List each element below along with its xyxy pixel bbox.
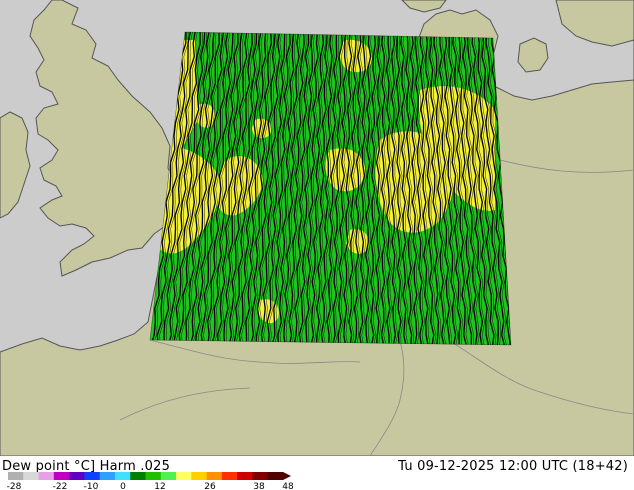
valid-time: Tu 09-12-2025 12:00 UTC (18+42) <box>398 459 628 474</box>
legend-bar: Dew point °C] Harm .025 Tu 09-12-2025 12… <box>0 456 634 490</box>
scale-swatch <box>160 472 177 480</box>
scale-swatch <box>206 472 223 480</box>
scale-swatch <box>267 472 284 480</box>
dewpoint-map <box>0 0 634 456</box>
scale-swatch <box>53 472 70 480</box>
color-swatches <box>8 472 284 480</box>
scale-tick-label: 26 <box>204 482 216 490</box>
scale-swatch <box>114 472 131 480</box>
scale-swatch <box>237 472 253 480</box>
map-viewer: Dew point °C] Harm .025 Tu 09-12-2025 12… <box>0 0 634 490</box>
scale-swatch <box>84 472 101 480</box>
forecast-domain <box>150 32 511 345</box>
scale-tick-label: -10 <box>84 482 99 490</box>
scale-swatch <box>176 472 192 480</box>
scale-swatch <box>99 472 116 480</box>
scale-arrow <box>283 472 291 480</box>
scale-tick-label: 38 <box>253 482 265 490</box>
tick-labels: -28 -22 -10 0 12 26 38 48 <box>7 482 294 490</box>
color-scale: -28 -22 -10 0 12 26 38 48 <box>7 472 294 490</box>
scale-swatch <box>252 472 269 480</box>
scale-swatch <box>191 472 208 480</box>
scale-tick-label: 0 <box>120 482 126 490</box>
scale-tick-label: 12 <box>154 482 165 490</box>
scale-swatch <box>38 472 55 480</box>
scale-swatch <box>130 472 146 480</box>
scale-swatch <box>23 472 39 480</box>
scale-swatch <box>8 472 24 480</box>
scale-swatch <box>221 472 238 480</box>
scale-tick-label: 48 <box>282 482 294 490</box>
scale-swatch <box>69 472 85 480</box>
scale-tick-label: -28 <box>7 482 22 490</box>
scale-swatch <box>145 472 162 480</box>
scale-tick-label: -22 <box>53 482 68 490</box>
